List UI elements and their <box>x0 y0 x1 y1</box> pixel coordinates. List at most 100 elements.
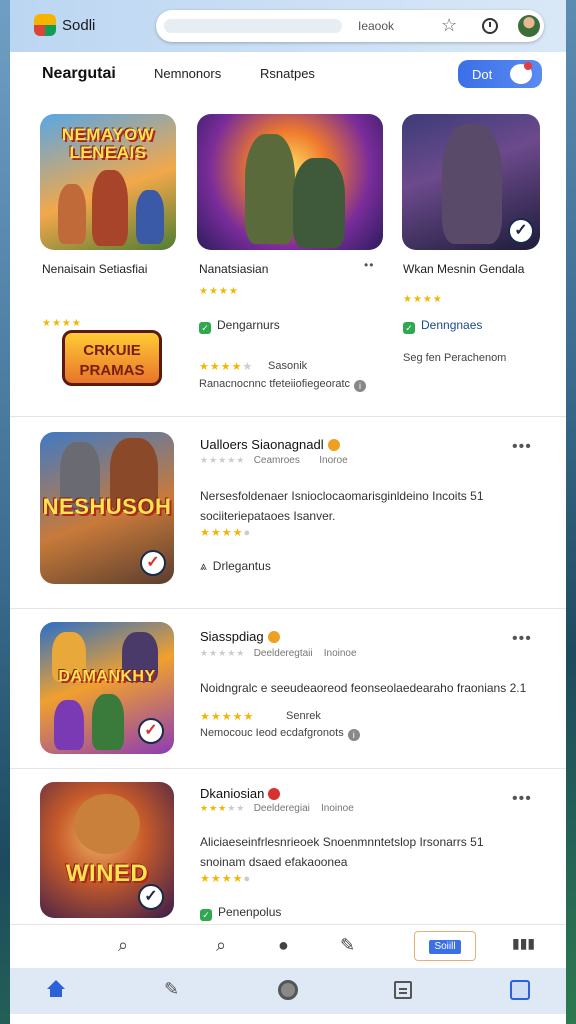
more-options-icon[interactable]: ••• <box>512 790 532 808</box>
meta-right: Inoinoe <box>320 803 354 814</box>
more-options-icon[interactable]: ••• <box>512 630 532 648</box>
edit-icon[interactable]: ✎ <box>164 979 179 1000</box>
featured-name-2: Nanatsiasian <box>199 262 269 276</box>
tag-icon: ✓ <box>199 322 211 334</box>
tag-text: Penenpolus <box>218 905 282 919</box>
nav-link-2[interactable]: Rsnatpes <box>260 66 315 81</box>
tag-label[interactable]: ✓ Penenpolus <box>200 905 281 921</box>
list-title-text: Ualloers Siaonagnadl <box>200 437 324 452</box>
meta-left: Deelderegtaii <box>253 648 313 659</box>
stars-note: Senrek <box>286 710 321 722</box>
more-options-icon[interactable]: •• <box>364 258 374 272</box>
app-logo-icon[interactable] <box>34 14 56 36</box>
notifications-button[interactable]: Dot <box>458 60 542 88</box>
character-art <box>293 158 345 248</box>
featured-thumb-3[interactable]: ✓ <box>402 114 540 250</box>
game-logo-badge: CRKUIE PRAMAS <box>62 330 162 386</box>
zoom-icon[interactable]: ⌕ <box>216 935 226 956</box>
list-title-text: Dkaniosian <box>200 786 265 801</box>
circle-icon[interactable] <box>278 980 298 1000</box>
nav-row: Neargutai Nemnonors Rsnatpes Dot <box>10 52 566 100</box>
rating-stars: ★★★★ <box>42 318 82 329</box>
meta-right: Inoroe <box>319 455 348 466</box>
info-circle-icon[interactable]: ● <box>278 935 289 956</box>
rating-stars: ★★★★★ <box>199 361 254 373</box>
info-icon[interactable]: i <box>347 729 360 741</box>
list-description: Nersesfoldenaer Isnioclocaomarisginldein… <box>200 486 540 526</box>
star-icon[interactable]: ☆ <box>441 15 457 36</box>
divider <box>10 416 566 417</box>
list-footnote: Nemocouc Ieod ecdafgronots i <box>200 727 360 741</box>
app-name: Sodli <box>62 17 96 34</box>
desc-line-1: Aliciaeseinfrlesnrieoek Snoenmnntetslop … <box>200 835 467 849</box>
character-art <box>245 134 295 244</box>
nav-link-1[interactable]: Nemnonors <box>154 66 221 81</box>
list-meta: ★★★★★ Ceamroes Inoroe <box>200 455 348 466</box>
desc-line-1: Noidngralc e seeudeaoreod feonseolaedear… <box>200 681 507 695</box>
character-art <box>136 190 164 244</box>
tag-label[interactable]: ✓ Denngnaes <box>403 318 482 334</box>
meta-left: Deelderegiai <box>253 803 310 814</box>
divider <box>10 768 566 769</box>
rating-stars: ★★★★★ <box>200 711 255 723</box>
bars-icon[interactable]: ▮▮▮ <box>512 935 535 952</box>
list-description: Noidngralc e seeudeaoreod feonseolaedear… <box>200 678 540 698</box>
featured-name-3: Wkan Mesnin Gendala <box>403 262 525 276</box>
selected-tab-label: Soiill <box>429 940 461 954</box>
list-art-title: NESHUSOH <box>42 494 172 519</box>
desc-number: 51 <box>470 489 484 503</box>
list-art-title: DAMANKHY <box>58 668 156 685</box>
badge-icon <box>327 439 340 451</box>
tag-text: Denngnaes <box>421 318 483 332</box>
document-icon[interactable] <box>394 981 412 999</box>
history-icon[interactable] <box>482 18 498 34</box>
tag-text: Dengarnurs <box>217 318 280 332</box>
installed-check-icon: ✓ <box>140 550 166 576</box>
list-thumb-1[interactable]: NESHUSOH ✓ <box>40 432 174 584</box>
footnote-text: Ranacnocnnc tfeteiiofiegeoratc <box>199 378 351 390</box>
rating-stars: ★★★★ <box>403 294 443 305</box>
chat-icon[interactable]: ✎ <box>340 935 355 956</box>
installed-check-icon: ✓ <box>138 718 164 744</box>
search-icon[interactable]: ⌕ <box>118 935 128 956</box>
featured-name-1: Nenaisain Setiasfiai <box>42 262 148 276</box>
desc-line-2: sociiteriepataoes Isanver. <box>200 509 336 523</box>
character-art <box>442 124 502 244</box>
footnote-text: Nemocouc Ieod ecdafgronots <box>200 727 344 739</box>
avatar[interactable] <box>518 15 540 37</box>
desc-line-1: Nersesfoldenaer Isnioclocaomarisginldein… <box>200 489 467 503</box>
list-thumb-2[interactable]: DAMANKHY ✓ <box>40 622 174 754</box>
more-options-icon[interactable]: ••• <box>512 438 532 456</box>
tag-icon: ✓ <box>200 909 212 921</box>
installed-check-icon: ✓ <box>138 884 164 910</box>
notifications-button-label: Dot <box>472 67 493 82</box>
list-title-3: Dkaniosian <box>200 786 281 801</box>
list-title-text: Siasspdiag <box>200 629 264 644</box>
card-icon[interactable] <box>510 980 530 1000</box>
people-icon: ⩓ <box>200 559 207 573</box>
tag-text: Drlegantus <box>212 559 271 573</box>
character-art <box>74 794 140 854</box>
home-icon[interactable] <box>46 980 66 998</box>
meta-right: Inoinoe <box>323 648 357 659</box>
bottom-nav: ✎ <box>10 968 566 1014</box>
featured-thumb-2[interactable] <box>197 114 383 250</box>
badge-icon <box>267 631 280 643</box>
notification-dot <box>524 62 532 70</box>
selected-tab[interactable]: Soiill <box>414 931 476 961</box>
desc-number: 2.1 <box>509 681 527 695</box>
info-icon[interactable]: i <box>354 380 367 392</box>
featured-thumb-1[interactable]: NEMAYOW LENEAIS <box>40 114 176 250</box>
search-box[interactable]: Ieaook ☆ <box>156 10 544 42</box>
tag-label[interactable]: ✓ Dengarnurs <box>199 318 280 334</box>
rating-stars: ★★★★● <box>200 527 252 539</box>
tag-icon: ✓ <box>403 322 415 334</box>
stars-note: Sasonik <box>268 360 308 372</box>
divider <box>10 608 566 609</box>
app-frame: Sodli Ieaook ☆ Neargutai Nemnonors Rsnat… <box>10 0 566 1024</box>
list-thumb-3[interactable]: WINED ✓ <box>40 782 174 918</box>
search-input[interactable] <box>164 19 342 33</box>
tag-label[interactable]: ⩓ Drlegantus <box>200 559 271 574</box>
character-art <box>58 184 86 244</box>
desc-number: 51 <box>470 835 484 849</box>
